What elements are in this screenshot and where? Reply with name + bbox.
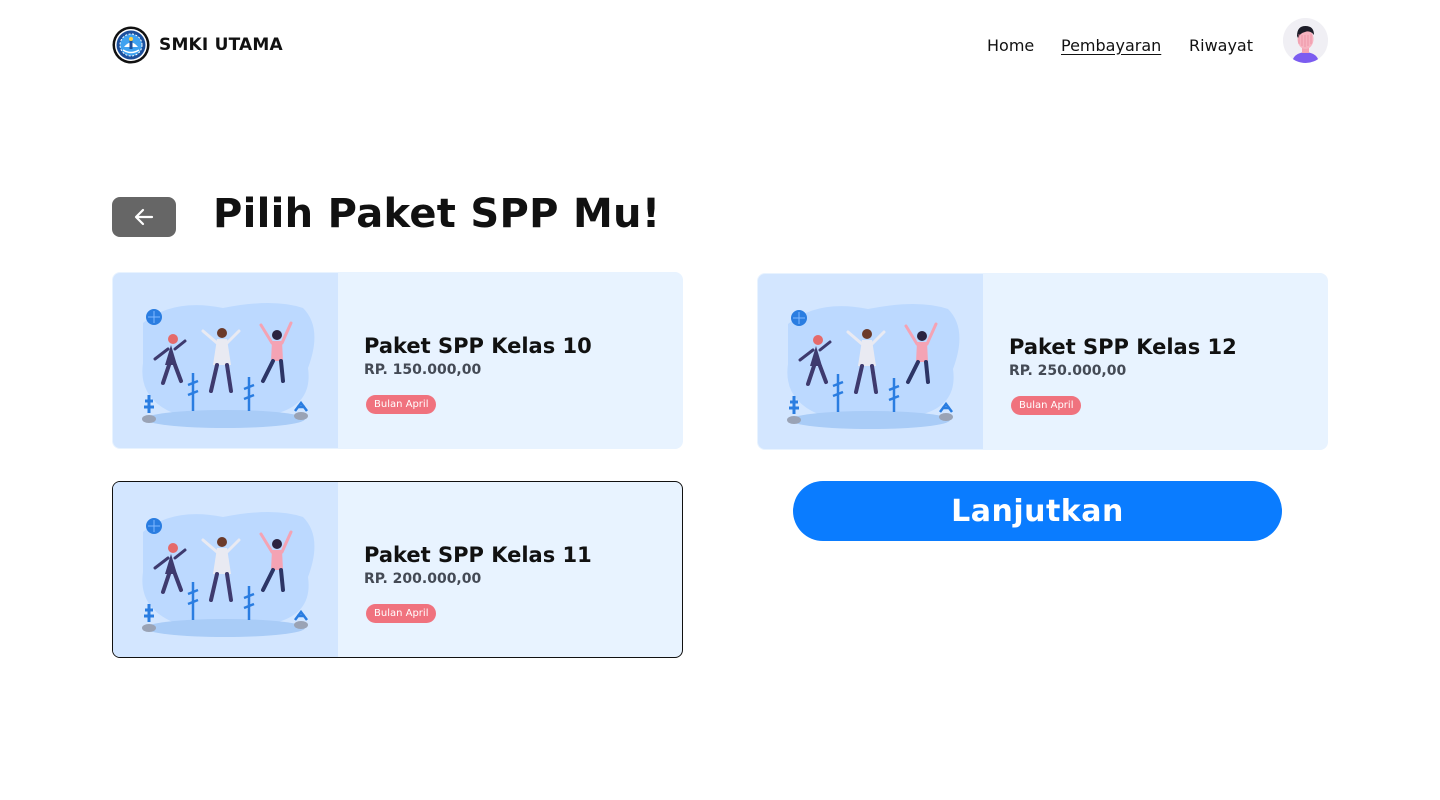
page-title: Pilih Paket SPP Mu! <box>213 191 661 237</box>
people-jumping-illustration <box>142 512 315 637</box>
brand-name: SMKI UTAMA <box>159 35 283 55</box>
payment-page: SMKI UTAMA Home Pembayaran Riwayat Pilih… <box>0 0 1440 800</box>
people-jumping-illustration <box>787 304 960 429</box>
package-name: Paket SPP Kelas 11 <box>364 543 592 567</box>
nav-riwayat[interactable]: Riwayat <box>1189 36 1253 55</box>
user-avatar-icon <box>1283 18 1328 63</box>
people-jumping-illustration <box>142 303 315 428</box>
package-name: Paket SPP Kelas 12 <box>1009 335 1237 359</box>
package-price: RP. 250.000,00 <box>1009 363 1127 379</box>
package-info: Paket SPP Kelas 12 RP. 250.000,00 Bulan … <box>1009 335 1237 415</box>
package-price: RP. 150.000,00 <box>364 362 482 378</box>
package-info: Paket SPP Kelas 10 RP. 150.000,00 Bulan … <box>364 334 592 414</box>
package-info: Paket SPP Kelas 11 RP. 200.000,00 Bulan … <box>364 543 592 623</box>
arrow-left-icon <box>134 208 154 226</box>
package-card-kelas-10[interactable]: Paket SPP Kelas 10 RP. 150.000,00 Bulan … <box>112 272 683 449</box>
brand[interactable]: SMKI UTAMA <box>112 26 283 64</box>
back-button[interactable] <box>112 197 176 237</box>
package-card-kelas-11[interactable]: Paket SPP Kelas 11 RP. 200.000,00 Bulan … <box>112 481 683 658</box>
package-card-kelas-12[interactable]: Paket SPP Kelas 12 RP. 250.000,00 Bulan … <box>757 273 1328 450</box>
nav-pembayaran[interactable]: Pembayaran <box>1061 36 1161 55</box>
package-name: Paket SPP Kelas 10 <box>364 334 592 358</box>
nav-home[interactable]: Home <box>987 36 1034 55</box>
user-avatar[interactable] <box>1283 18 1328 63</box>
package-month-badge: Bulan April <box>1011 396 1082 415</box>
package-illustration <box>113 482 338 657</box>
package-price: RP. 200.000,00 <box>364 571 482 587</box>
package-illustration <box>113 273 338 448</box>
school-logo-icon <box>112 26 150 64</box>
continue-button[interactable]: Lanjutkan <box>793 481 1282 541</box>
package-month-badge: Bulan April <box>366 604 437 623</box>
package-illustration <box>758 274 983 449</box>
package-month-badge: Bulan April <box>366 395 437 414</box>
